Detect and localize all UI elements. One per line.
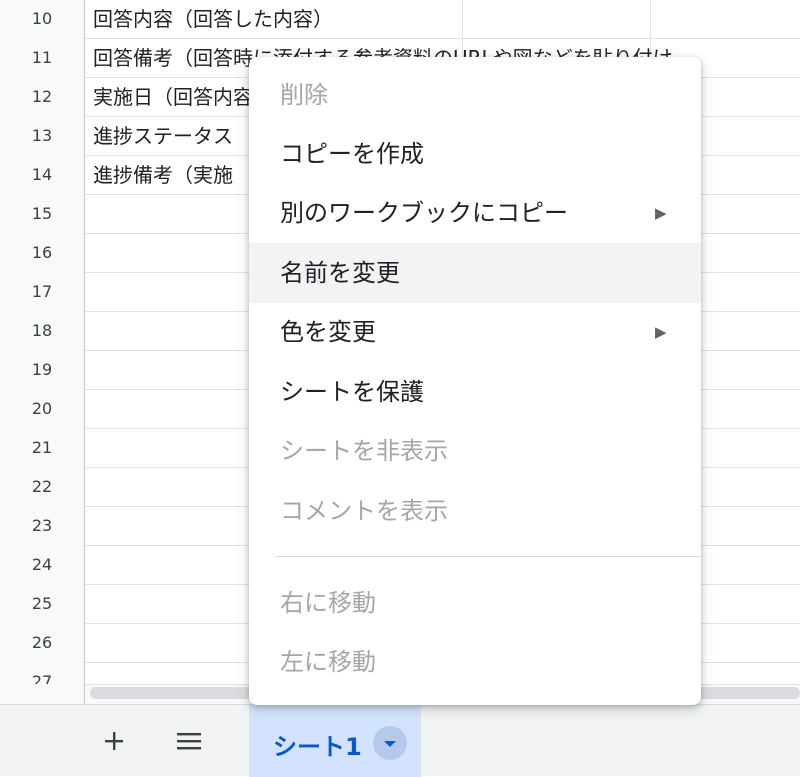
row-number[interactable]: 23	[0, 507, 85, 546]
row-number[interactable]: 25	[0, 585, 85, 624]
menu-item-label: 名前を変更	[280, 259, 400, 287]
row-number[interactable]: 17	[0, 273, 85, 312]
cell[interactable]	[86, 234, 93, 273]
cell[interactable]	[86, 351, 93, 390]
cell[interactable]	[86, 429, 93, 468]
cell[interactable]	[86, 195, 93, 234]
row-number[interactable]: 21	[0, 429, 85, 468]
cell[interactable]: 回答内容（回答した内容）	[86, 0, 333, 39]
menu-item-duplicate[interactable]: コピーを作成	[249, 124, 701, 184]
menu-item-label: コメントを表示	[280, 497, 448, 525]
row-number[interactable]: 27	[0, 663, 85, 684]
menu-item-label: 別のワークブックにコピー	[280, 199, 568, 227]
row-number[interactable]: 14	[0, 156, 85, 195]
cell[interactable]	[86, 312, 93, 351]
menu-item-delete: 削除	[249, 65, 701, 125]
scrollbar-corner	[0, 684, 85, 704]
row-number[interactable]: 20	[0, 390, 85, 429]
menu-item-protect-sheet[interactable]: シートを保護	[249, 362, 701, 422]
cell[interactable]	[86, 624, 93, 663]
menu-item-label: コピーを作成	[280, 140, 424, 168]
row-number[interactable]: 16	[0, 234, 85, 273]
cell[interactable]	[86, 585, 93, 624]
menu-divider	[275, 556, 701, 557]
menu-item-label: 左に移動	[280, 648, 376, 676]
menu-icon	[176, 730, 202, 756]
menu-item-label: シートを非表示	[280, 437, 448, 465]
row-number[interactable]: 26	[0, 624, 85, 663]
sheet-tab-active[interactable]: シート1	[249, 705, 421, 777]
sheet-tab-dropdown-button[interactable]	[373, 726, 407, 760]
cell[interactable]: 進捗ステータス	[86, 117, 233, 156]
menu-item-label: 削除	[280, 81, 328, 109]
menu-item-change-color[interactable]: 色を変更 ▶	[249, 302, 701, 362]
row-number[interactable]: 18	[0, 312, 85, 351]
menu-item-move-left: 左に移動	[249, 632, 701, 692]
cell[interactable]	[86, 663, 93, 684]
menu-item-hide-sheet: シートを非表示	[249, 421, 701, 481]
all-sheets-button[interactable]	[169, 723, 209, 763]
cell[interactable]	[86, 507, 93, 546]
add-sheet-button[interactable]	[94, 723, 134, 763]
row-number[interactable]: 24	[0, 546, 85, 585]
cell[interactable]	[86, 468, 93, 507]
sheet-context-menu: 削除 コピーを作成 別のワークブックにコピー ▶ 名前を変更 色を変更 ▶ シートを…	[249, 57, 701, 705]
sheet-tab-label[interactable]: シート1	[273, 727, 362, 762]
row-number[interactable]: 13	[0, 117, 85, 156]
row-number[interactable]: 19	[0, 351, 85, 390]
caret-down-icon	[383, 734, 397, 753]
menu-item-label: 右に移動	[280, 589, 376, 617]
row-number[interactable]: 12	[0, 78, 85, 117]
submenu-arrow-icon: ▶	[655, 204, 667, 222]
row-number[interactable]: 22	[0, 468, 85, 507]
cell[interactable]: 進捗備考（実施	[86, 156, 233, 195]
menu-item-copy-to-workbook[interactable]: 別のワークブックにコピー ▶	[249, 183, 701, 243]
row-number[interactable]: 15	[0, 195, 85, 234]
cell[interactable]	[86, 390, 93, 429]
cell[interactable]	[86, 273, 93, 312]
submenu-arrow-icon: ▶	[655, 323, 667, 341]
menu-item-label: 色を変更	[280, 318, 376, 346]
cell[interactable]	[86, 546, 93, 585]
table-row[interactable]: 10 回答内容（回答した内容）	[0, 0, 800, 39]
menu-item-move-right: 右に移動	[249, 573, 701, 633]
sheet-tab-bar: シート1	[0, 704, 800, 777]
menu-item-show-comments: コメントを表示	[249, 481, 701, 541]
row-number[interactable]: 10	[0, 0, 85, 39]
row-number[interactable]: 11	[0, 39, 85, 78]
plus-icon	[103, 730, 125, 756]
menu-item-rename[interactable]: 名前を変更	[249, 243, 701, 303]
menu-item-label: シートを保護	[280, 378, 424, 406]
